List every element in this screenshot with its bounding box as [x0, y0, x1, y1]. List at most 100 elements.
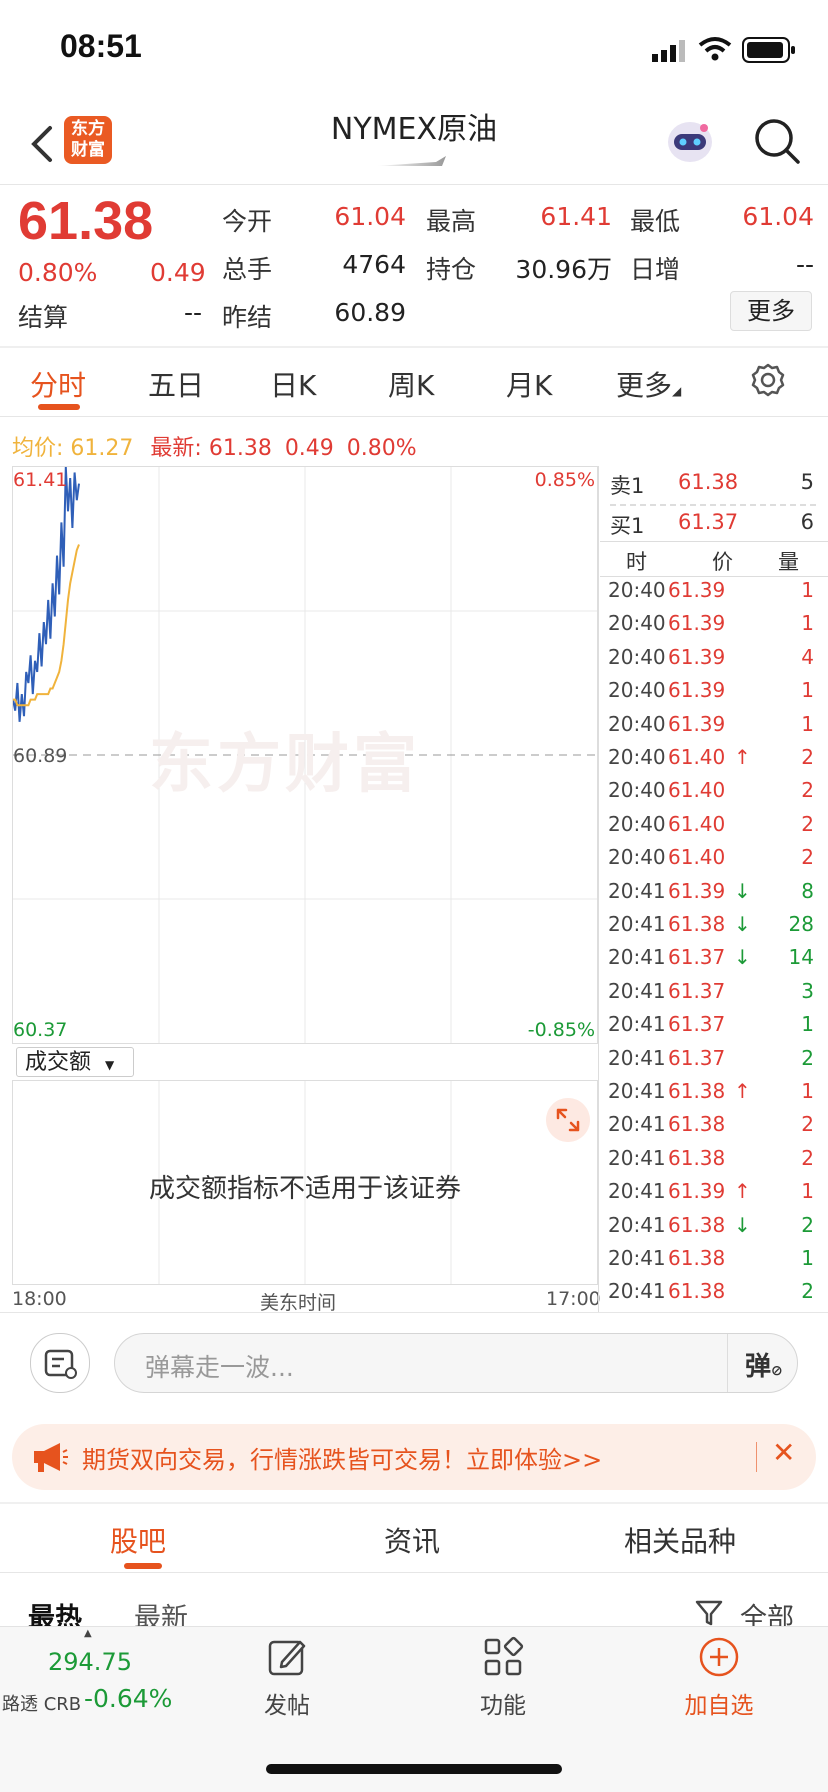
trade-time: 20:40	[608, 611, 666, 636]
trade-volume: 2	[801, 1212, 814, 1237]
robot-assistant-icon[interactable]	[664, 116, 716, 166]
divider	[600, 576, 828, 577]
tab-active-indicator	[38, 404, 80, 410]
filter-icon[interactable]	[694, 1598, 724, 1628]
settle-label: 结算	[18, 303, 69, 332]
trade-row: 20:40 61.39 1	[600, 678, 818, 711]
trade-volume: 2	[801, 778, 814, 803]
trade-time: 20:40	[608, 711, 666, 736]
no-data-message: 成交额指标不适用于该证券	[148, 1174, 461, 1204]
trade-price: 61.38	[668, 1212, 726, 1237]
signal-icon	[652, 40, 685, 62]
trade-row: 20:41 61.37 ↓ 14	[600, 945, 818, 978]
trade-time: 20:40	[608, 745, 666, 769]
trade-row: 20:41 61.38 2	[600, 1279, 818, 1312]
post-edit-icon[interactable]	[266, 1636, 310, 1678]
expand-icon[interactable]	[546, 1098, 590, 1142]
trade-price: 61.39	[668, 678, 726, 703]
open-value: 61.04	[334, 202, 406, 231]
latest-pct: 0.80%	[346, 436, 417, 461]
order-book-panel: 卖1 61.38 5 买1 61.37 6 时 价 量 20:40 61.39 1 2…	[600, 466, 828, 1312]
danmu-toggle-button[interactable]: 弹⊘	[745, 1346, 783, 1383]
trade-time: 20:40	[608, 778, 666, 803]
trade-time: 20:41	[608, 1112, 666, 1137]
trade-row: 20:41 61.38 ↑ 1	[600, 1079, 818, 1112]
trade-arrow: ↑	[734, 1079, 751, 1103]
trades-list[interactable]: 20:40 61.39 1 20:40 61.39 1 20:40 61.39 4 20:40 61…	[600, 578, 828, 1312]
crb-label[interactable]: 路透 CRB	[2, 1690, 81, 1716]
prev-settle-label: 昨结	[222, 303, 273, 332]
tab-related[interactable]: 相关品种	[624, 1520, 736, 1560]
promo-text: 期货双向交易，行情涨跌皆可交易！立即体验>>	[82, 1446, 603, 1474]
trade-time: 20:41	[608, 1212, 666, 1237]
nav-function[interactable]: 功能	[443, 1686, 563, 1720]
trade-row: 20:41 61.39 ↓ 8	[600, 879, 818, 912]
avg-price-label: 均价:	[12, 436, 64, 461]
tab-daily-k[interactable]: 日K	[270, 364, 316, 404]
trade-volume: 1	[801, 678, 814, 703]
trade-arrow: ↓	[734, 878, 751, 903]
last-price: 61.38	[18, 191, 154, 251]
trade-row: 20:40 61.39 1	[600, 578, 818, 611]
trade-volume: 2	[801, 1112, 814, 1137]
nav-post[interactable]: 发帖	[227, 1686, 347, 1720]
trade-arrow: ↑	[734, 745, 751, 769]
trade-volume: 2	[801, 811, 814, 836]
divider	[0, 1572, 828, 1573]
turnover-selector[interactable]: 成交额 ▼	[16, 1047, 134, 1077]
trade-time: 20:40	[608, 811, 666, 836]
settle-value: --	[183, 298, 202, 327]
trade-volume: 2	[801, 1045, 814, 1070]
battery-icon	[742, 37, 795, 63]
tab-monthly-k[interactable]: 月K	[506, 364, 552, 404]
trade-price: 61.40	[668, 745, 726, 769]
close-icon[interactable]: ✕	[772, 1436, 795, 1469]
tab-news[interactable]: 资讯	[384, 1520, 440, 1560]
panel-divider	[598, 466, 599, 1312]
function-grid-icon[interactable]	[482, 1636, 524, 1678]
danmu-input[interactable]: 弹幕走一波... 弹⊘	[114, 1333, 798, 1393]
trade-price: 61.38	[668, 1246, 726, 1270]
trade-arrow: ↓	[734, 945, 751, 970]
promo-banner[interactable]: 期货双向交易，行情涨跌皆可交易！立即体验>> ✕	[12, 1424, 816, 1490]
trade-row: 20:40 61.39 1	[600, 712, 818, 745]
trade-time: 20:41	[608, 1179, 666, 1204]
trade-row: 20:41 61.39 ↑ 1	[600, 1179, 818, 1212]
crb-value[interactable]: 294.75	[48, 1648, 132, 1676]
trade-row: 20:41 61.37 3	[600, 979, 818, 1012]
crb-change[interactable]: -0.64%	[84, 1684, 172, 1713]
nav-add-watchlist[interactable]: 加自选	[659, 1686, 779, 1720]
settings-gear-icon[interactable]	[750, 362, 786, 398]
trade-time: 20:41	[608, 945, 666, 970]
tab-guba[interactable]: 股吧	[110, 1520, 166, 1560]
more-quote-button[interactable]: 更多	[730, 291, 812, 331]
trade-row: 20:41 61.38 1	[600, 1246, 818, 1279]
latest-label: 最新:	[150, 436, 202, 461]
low-label: 最低	[630, 207, 681, 236]
volume-label: 总手	[222, 255, 273, 284]
tab-intraday[interactable]: 分时	[30, 364, 86, 404]
add-watchlist-icon[interactable]	[698, 1636, 740, 1678]
tab-weekly-k[interactable]: 周K	[388, 364, 434, 404]
volume-value: 4764	[342, 250, 406, 279]
search-icon[interactable]	[752, 116, 802, 166]
status-bar: 08:51	[0, 0, 828, 96]
trade-volume: 4	[801, 644, 814, 669]
trade-price: 61.39	[668, 644, 726, 669]
trade-time: 20:41	[608, 912, 666, 936]
danmu-list-button[interactable]	[30, 1333, 90, 1393]
trade-price: 61.38	[668, 1079, 726, 1103]
latest-change: 0.49	[284, 436, 334, 461]
x-label-end: 17:00	[546, 1288, 601, 1310]
low-value: 61.04	[742, 202, 814, 231]
trade-volume: 8	[801, 878, 814, 903]
tab-more[interactable]: 更多◢	[616, 364, 681, 404]
tab-active-indicator	[124, 1563, 162, 1569]
tab-five-day[interactable]: 五日	[148, 364, 204, 404]
trade-volume: 1	[801, 711, 814, 736]
intraday-chart[interactable]: 东方财富 61.41 60.89 60.37 0.85% -0.85%	[12, 466, 598, 1044]
trade-volume: 2	[801, 1279, 814, 1304]
trade-time: 20:41	[608, 978, 666, 1003]
trade-price: 61.39	[668, 578, 726, 602]
trade-price: 61.39	[668, 711, 726, 736]
